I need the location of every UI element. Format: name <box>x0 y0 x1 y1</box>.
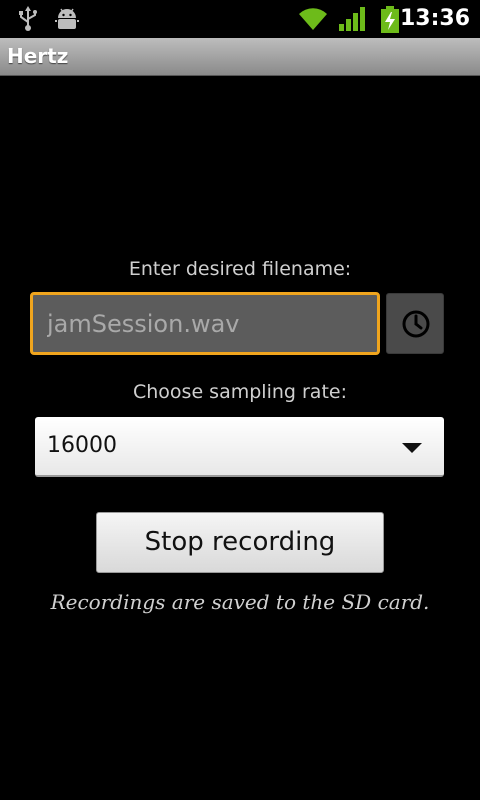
clock-icon <box>402 310 430 338</box>
battery-charging-icon <box>380 6 400 38</box>
storage-note: Recordings are saved to the SD card. <box>50 590 430 614</box>
sampling-rate-value: 16000 <box>47 433 117 458</box>
app-screen: 13:36 Hertz Enter desired filename: Choo… <box>0 0 480 800</box>
sampling-rate-label: Choose sampling rate: <box>133 381 347 403</box>
timestamp-button[interactable] <box>386 293 444 354</box>
chevron-down-icon <box>402 443 422 453</box>
filename-input[interactable] <box>30 292 380 355</box>
status-time: 13:36 <box>399 6 470 31</box>
wifi-icon <box>298 6 328 36</box>
usb-icon <box>16 6 40 36</box>
sampling-rate-spinner[interactable]: 16000 <box>35 417 444 477</box>
signal-icon <box>338 6 366 36</box>
app-title: Hertz <box>7 44 69 68</box>
android-debug-icon <box>54 6 80 36</box>
title-bar: Hertz <box>0 38 480 76</box>
status-bar: 13:36 <box>0 0 480 38</box>
filename-label: Enter desired filename: <box>128 258 352 280</box>
stop-recording-button[interactable]: Stop recording <box>96 512 384 573</box>
